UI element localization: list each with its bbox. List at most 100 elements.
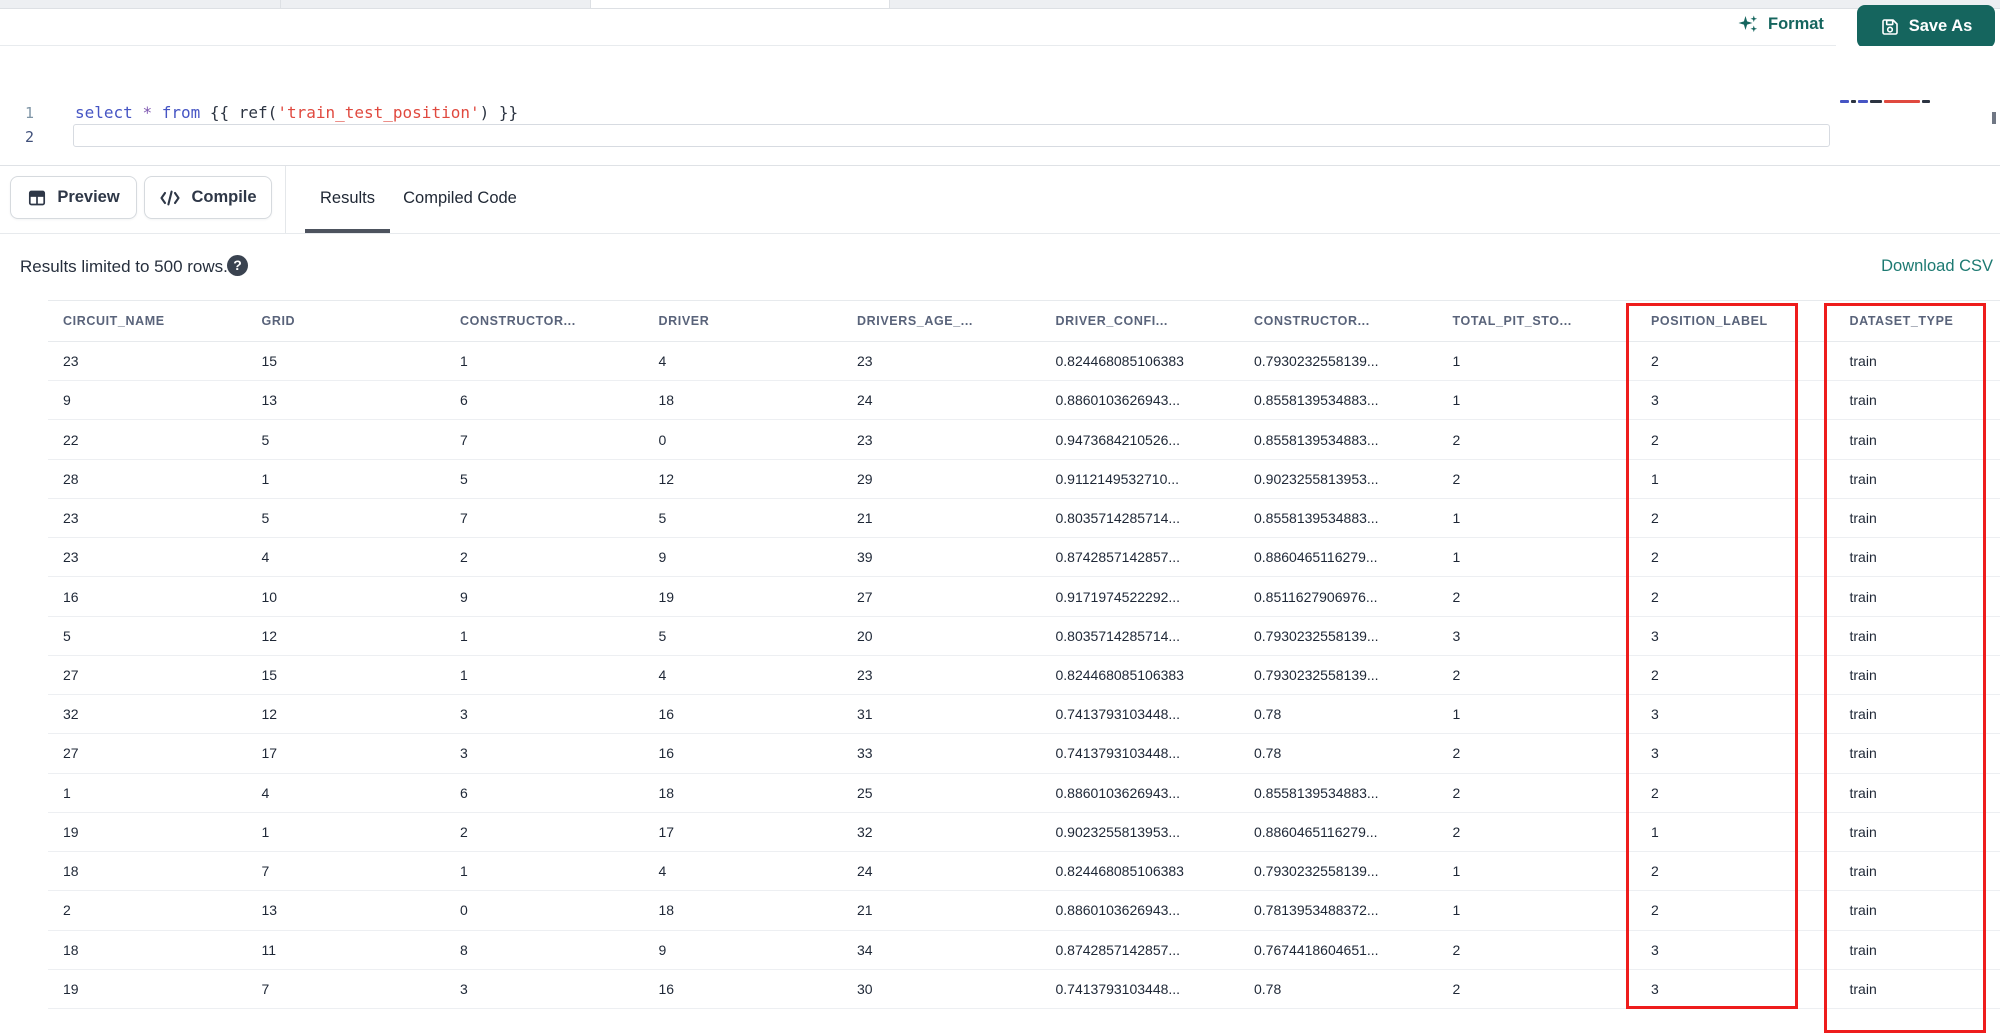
table-cell: 0.8558139534883... xyxy=(1239,392,1438,408)
column-header: TOTAL_PIT_STO... xyxy=(1438,314,1637,328)
table-cell: 4 xyxy=(247,785,446,801)
table-cell: 9 xyxy=(644,942,843,958)
save-as-button-label: Save As xyxy=(1909,17,1973,36)
help-icon[interactable]: ? xyxy=(227,255,248,276)
table-cell: 5 xyxy=(445,471,644,487)
table-cell: 0.8035714285714... xyxy=(1041,628,1240,644)
table-cell: 1 xyxy=(1438,863,1637,879)
table-cell: 2 xyxy=(1438,942,1637,958)
table-cell: 13 xyxy=(247,392,446,408)
table-cell: 4 xyxy=(247,549,446,565)
table-cell: 1 xyxy=(247,471,446,487)
table-cell: train xyxy=(1835,471,2000,487)
results-limit-notice: Results limited to 500 rows. xyxy=(20,257,228,277)
table-cell: train xyxy=(1835,981,2000,997)
table-cell: 2 xyxy=(1438,785,1637,801)
download-csv-link[interactable]: Download CSV xyxy=(1881,257,1993,276)
code-token: 'train_test_position' xyxy=(277,103,479,122)
tab-compiled-code[interactable]: Compiled Code xyxy=(400,178,520,218)
code-token: select xyxy=(75,103,133,122)
code-line-1: select * from {{ ref('train_test_positio… xyxy=(75,101,518,125)
table-cell: 2 xyxy=(1636,510,1835,526)
table-cell: 3 xyxy=(1636,981,1835,997)
table-cell: 5 xyxy=(247,432,446,448)
table-cell: 1 xyxy=(1438,392,1637,408)
table-row: 3212316310.7413793103448...0.7813train xyxy=(48,695,2000,734)
table-cell: 2 xyxy=(1438,745,1637,761)
preview-button[interactable]: Preview xyxy=(10,176,137,219)
table-cell: 31 xyxy=(842,706,1041,722)
table-cell: 9 xyxy=(48,392,247,408)
table-cell: 21 xyxy=(842,902,1041,918)
save-as-button[interactable]: Save As xyxy=(1857,5,1995,48)
table-cell: train xyxy=(1835,392,2000,408)
table-cell: 28 xyxy=(48,471,247,487)
table-cell: 3 xyxy=(1636,392,1835,408)
table-cell: 25 xyxy=(842,785,1041,801)
table-cell: 2 xyxy=(1636,785,1835,801)
code-token: from xyxy=(162,103,201,122)
format-button[interactable]: Format xyxy=(1737,13,1824,35)
table-cell: 1 xyxy=(445,667,644,683)
table-cell: 6 xyxy=(445,785,644,801)
code-token xyxy=(133,103,143,122)
table-cell: 23 xyxy=(48,549,247,565)
table-cell: train xyxy=(1835,785,2000,801)
table-cell: train xyxy=(1835,353,2000,369)
table-cell: 27 xyxy=(48,667,247,683)
table-cell: 18 xyxy=(48,863,247,879)
tab-results[interactable]: Results xyxy=(305,178,390,218)
table-cell: 32 xyxy=(48,706,247,722)
table-cell: 27 xyxy=(48,745,247,761)
table-cell: 7 xyxy=(445,432,644,448)
table-cell: 0.824468085106383 xyxy=(1041,863,1240,879)
table-row: 231514230.8244680851063830.7930232558139… xyxy=(48,342,2000,381)
table-row: 197316300.7413793103448...0.7823train xyxy=(48,970,2000,1009)
table-cell: 1 xyxy=(445,353,644,369)
table-cell: 23 xyxy=(842,432,1041,448)
table-cell: 0.7930232558139... xyxy=(1239,628,1438,644)
table-cell: 18 xyxy=(644,902,843,918)
table-cell: 0.824468085106383 xyxy=(1041,353,1240,369)
table-cell: 2 xyxy=(1636,432,1835,448)
table-cell: 7 xyxy=(247,863,446,879)
table-cell: 1 xyxy=(1636,471,1835,487)
column-header: CONSTRUCTOR... xyxy=(1239,314,1438,328)
editor-minimap[interactable] xyxy=(1840,96,1990,106)
table-cell: 1 xyxy=(1636,824,1835,840)
panel-bottom-divider xyxy=(0,233,2000,234)
table-cell: 8 xyxy=(445,942,644,958)
table-cell: 22 xyxy=(48,432,247,448)
table-cell: 0.7930232558139... xyxy=(1239,863,1438,879)
table-cell: 27 xyxy=(842,589,1041,605)
table-cell: 23 xyxy=(842,353,1041,369)
table-row: 23575210.8035714285714...0.8558139534883… xyxy=(48,499,2000,538)
table-cell: 18 xyxy=(644,785,843,801)
line-number-1: 1 xyxy=(8,101,34,125)
table-row: 18714240.8244680851063830.7930232558139.… xyxy=(48,852,2000,891)
table-cell: 23 xyxy=(48,510,247,526)
sql-editor[interactable]: 1 2 select * from {{ ref('train_test_pos… xyxy=(0,46,2000,165)
table-cell: 17 xyxy=(247,745,446,761)
editor-scrollbar-mark[interactable] xyxy=(1992,112,1996,124)
table-row: 271514230.8244680851063830.7930232558139… xyxy=(48,656,2000,695)
table-cell: 0.7930232558139... xyxy=(1239,353,1438,369)
table-cell: 1 xyxy=(48,785,247,801)
line-number-2: 2 xyxy=(8,125,34,149)
code-token: {{ ref( xyxy=(200,103,277,122)
table-cell: 0.9171974522292... xyxy=(1041,589,1240,605)
table-cell: 29 xyxy=(842,471,1041,487)
table-cell: 2 xyxy=(1636,863,1835,879)
table-grid-icon xyxy=(27,188,47,208)
table-cell: 0.8860103626943... xyxy=(1041,902,1240,918)
table-cell: 2 xyxy=(1636,667,1835,683)
table-cell: 0.7674418604651... xyxy=(1239,942,1438,958)
table-cell: 0.9023255813953... xyxy=(1239,471,1438,487)
table-cell: 0.8558139534883... xyxy=(1239,510,1438,526)
table-cell: train xyxy=(1835,549,2000,565)
code-token: * xyxy=(142,103,152,122)
preview-button-label: Preview xyxy=(57,188,119,207)
table-cell: train xyxy=(1835,745,2000,761)
table-cell: 3 xyxy=(1636,745,1835,761)
compile-button[interactable]: Compile xyxy=(144,176,272,219)
